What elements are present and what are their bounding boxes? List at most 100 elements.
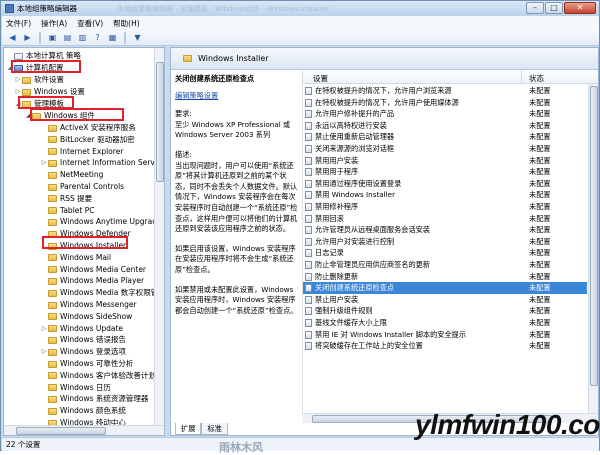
show-tree-icon[interactable]: ▤ [61,32,74,44]
tree-item-component[interactable]: RSS 提要 [40,193,92,205]
up-folder-icon[interactable]: ▣ [46,32,59,44]
policy-row[interactable]: 禁用 IE 对 Windows Installer 脚本的安全提示 未配置 [303,329,587,341]
policy-state: 未配置 [529,155,551,165]
tree-item-label: Internet Explorer [60,146,124,156]
policy-row[interactable]: 允许用户修补提升的产品 未配置 [303,108,587,120]
tree-item-component[interactable]: Windows 可靠性分析 [40,358,133,370]
tree-item-component[interactable]: Windows Media 数字权限管理 [40,287,164,299]
tree-item-component[interactable]: ActiveX 安装程序服务 [40,122,136,134]
policy-row[interactable]: 禁用回滚 未配置 [303,213,587,225]
watermark-cn: 雨林木风 [219,441,263,454]
menu-help[interactable]: 帮助(H) [113,18,140,29]
policy-name: 防止非管理员应用供应商签名的更新 [315,260,431,269]
tree-item-component[interactable]: Windows 日历 [40,382,111,394]
tree-item-component[interactable]: Windows Anytime Upgrade [40,216,162,228]
list-vertical-scrollbar[interactable] [588,84,598,422]
forward-icon[interactable]: ▶ [21,32,34,44]
tree-item-component[interactable]: BitLocker 驱动器加密 [40,134,135,146]
tab-standard[interactable]: 标准 [201,423,228,435]
policy-row[interactable]: 禁用用于程序 未配置 [303,166,587,178]
policy-row[interactable]: 防止非管理员应用供应商签名的更新 未配置 [303,259,587,271]
policy-row[interactable]: 永远以高特权进行安装 未配置 [303,120,587,132]
tree-item-component[interactable]: Internet Explorer [40,146,123,158]
tree-item-component[interactable]: ▷ Internet Information Services [40,157,164,169]
folder-icon [48,348,57,356]
policy-name: 禁用修补程序 [315,202,359,211]
policy-row[interactable]: 禁用用户安装 未配置 [303,155,587,167]
filter-icon[interactable]: ▼ [131,32,144,44]
policy-row[interactable]: 禁用通过程序使用设置登录 未配置 [303,178,587,190]
tree-item-component[interactable]: NetMeeting [40,169,103,181]
column-setting[interactable]: 设置 [313,73,328,84]
minimize-button[interactable]: – [526,2,544,14]
tree-item-component[interactable]: Windows Mail [40,252,111,264]
tree-scroll-thumb[interactable] [156,62,164,182]
policy-row[interactable]: 日志记录 未配置 [303,247,587,259]
tree-item-component[interactable]: Windows Messenger [40,299,137,311]
policy-row[interactable]: 在特权被提升的情况下，允许用户使用媒体源 未配置 [303,97,587,109]
policy-row[interactable]: 将突破缓存在工作站上的安全位置 未配置 [303,340,587,352]
policy-row[interactable]: 关闭创建系统还原检查点 未配置 [303,282,587,294]
tree-vertical-scrollbar[interactable] [154,48,164,425]
folder-icon [48,218,57,226]
menu-file[interactable]: 文件(F) [6,18,31,29]
tree-hscroll-thumb[interactable] [16,427,106,435]
policy-state: 未配置 [529,294,551,304]
tree-item-label: Windows Anytime Upgrade [60,217,162,227]
policy-row[interactable]: 禁止使用重新启动管理器 未配置 [303,131,587,143]
highlight-windows-installer [42,236,128,249]
policy-setting-icon [305,295,312,304]
tree-item-label: Windows Mail [60,252,112,262]
tree-item-software-settings[interactable]: ▷ 软件设置 [14,74,64,86]
policy-row[interactable]: 禁止用户安装 未配置 [303,294,587,306]
close-button[interactable]: ✕ [564,2,596,14]
tree-item-label: Windows 可靠性分析 [60,359,134,368]
menu-action[interactable]: 操作(A) [41,18,67,29]
policy-state: 未配置 [529,248,551,258]
policy-setting-icon [305,168,312,177]
policy-row[interactable]: 在特权被提升的情况下，允许用户浏览来源 未配置 [303,85,587,97]
tree-item-component[interactable]: Tablet PC [40,205,94,217]
tree-item-component[interactable]: Windows 客户体验改善计划 [40,370,156,382]
policy-row[interactable]: 禁用 Windows Installer 未配置 [303,189,587,201]
policy-name: 禁用回滚 [315,213,344,223]
edit-policy-link[interactable]: 编辑策略设置 [175,91,299,102]
tree-item-component[interactable]: Windows 颜色系统 [40,405,126,417]
tree-item-component[interactable]: ▷ Windows Update [40,323,123,335]
tree-item-component[interactable]: Windows 错误报告 [40,334,126,346]
help-icon[interactable]: ? [91,32,104,44]
tree-item-component[interactable]: ▷ Windows 登录选项 [40,346,126,358]
folder-icon [22,88,31,96]
policy-setting-icon [305,319,312,327]
maximize-button[interactable]: □ [545,2,563,14]
tree-item-component[interactable]: Parental Controls [40,181,124,193]
column-state[interactable]: 状态 [529,73,544,84]
tree-item-component[interactable]: Windows SideShow [40,311,132,323]
policy-row[interactable]: 禁用修补程序 未配置 [303,201,587,213]
tree-item-component[interactable]: Windows 系统资源管理器 [40,393,148,405]
properties-icon[interactable]: ▦ [106,32,119,44]
policy-row[interactable]: 关闭来源源的浏览对话框 未配置 [303,143,587,155]
policy-name: 基线文件缓存大小上限 [315,318,387,327]
tree-item-label: Windows 系统资源管理器 [60,394,149,404]
tree-horizontal-scrollbar[interactable] [4,425,164,435]
policy-row[interactable]: 防止删除更新 未配置 [303,271,587,283]
tree-item-label: Windows 登录选项 [60,347,126,357]
tab-extended[interactable]: 扩展 [175,423,202,435]
tree-item-component[interactable]: Windows Media Center [40,264,146,276]
tree-item-component[interactable]: Windows Media Player [40,275,144,287]
policy-row[interactable]: 强制升级组件规则 未配置 [303,305,587,317]
folder-icon [48,360,57,368]
details-pane: Windows Installer 关闭创建系统还原检查点 编辑策略设置 要求:… [170,47,599,436]
policy-row[interactable]: 允许用户对安装进行控制 未配置 [303,236,587,248]
policy-name: 永远以高特权进行安装 [315,120,387,130]
tree-item-label: ActiveX 安装程序服务 [60,123,136,132]
policy-row[interactable]: 允许管理员从远程桌面服务会话安装 未配置 [303,224,587,236]
list-scroll-thumb[interactable] [590,86,598,386]
column-separator[interactable] [521,70,522,84]
export-list-icon[interactable]: ▥ [76,32,89,44]
back-icon[interactable]: ◀ [6,32,19,44]
tree-item-label: Parental Controls [60,182,125,191]
menu-view[interactable]: 查看(V) [77,18,103,29]
policy-row[interactable]: 基线文件缓存大小上限 未配置 [303,317,587,329]
